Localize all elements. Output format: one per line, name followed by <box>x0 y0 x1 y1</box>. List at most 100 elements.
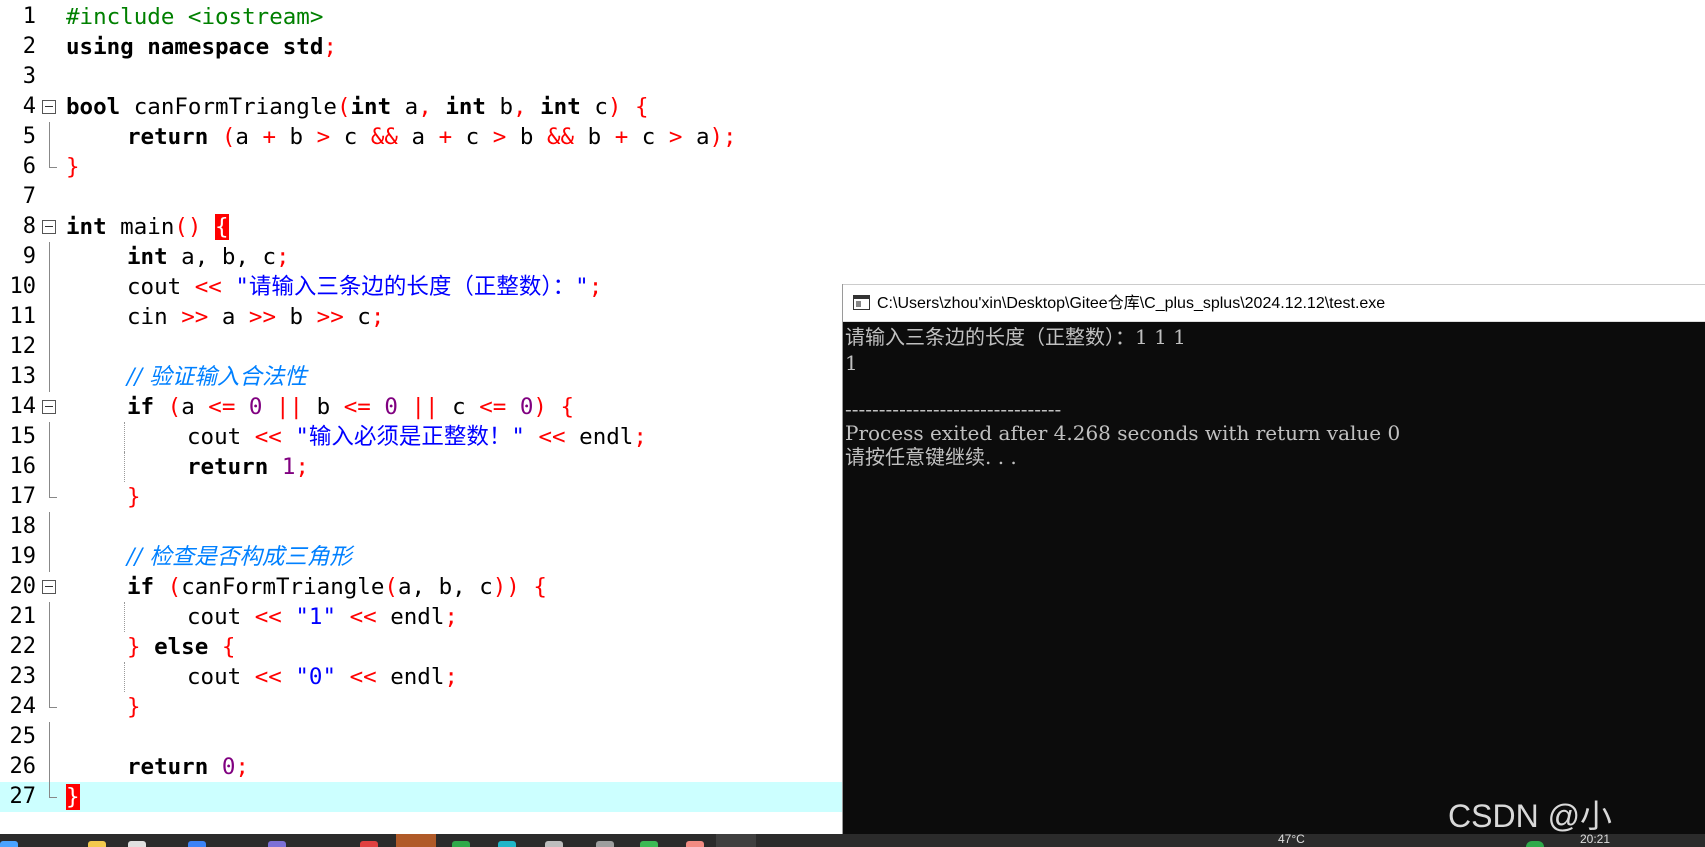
fold-end <box>41 152 59 182</box>
app-icon[interactable] <box>686 841 704 847</box>
line-number: 10 <box>9 274 37 299</box>
app-icon[interactable] <box>452 841 470 847</box>
code-line[interactable]: 6 } <box>0 152 1705 182</box>
app-icon[interactable] <box>596 841 614 847</box>
line-number: 12 <box>9 334 37 359</box>
app-icon[interactable] <box>360 841 378 847</box>
code-text: cout << "0" << endl; <box>187 664 458 690</box>
code-line[interactable]: 1 #include <iostream> <box>0 2 1705 32</box>
indent-guide <box>124 602 125 632</box>
app-icon[interactable] <box>498 841 516 847</box>
file-explorer-icon[interactable] <box>88 841 106 847</box>
matched-brace: } <box>66 784 80 810</box>
code-text: int a, b, c; <box>127 244 290 270</box>
code-text: } <box>127 694 141 720</box>
fold-line <box>41 362 59 392</box>
code-text: cin >> a >> b >> c; <box>127 304 385 330</box>
taskbar[interactable]: 47°C 20:21 <box>0 832 1705 847</box>
fold-collapse-icon[interactable] <box>41 572 59 602</box>
app-icon[interactable] <box>545 841 563 847</box>
line-number: 3 <box>22 64 36 89</box>
code-text: int main() { <box>66 214 229 240</box>
clock[interactable]: 20:21 <box>1580 832 1610 846</box>
fold-line <box>41 542 59 572</box>
start-icon[interactable] <box>0 841 18 847</box>
indent-guide <box>124 452 125 482</box>
code-comment: // 验证输入合法性 <box>127 364 307 390</box>
line-number: 25 <box>9 724 37 749</box>
console-titlebar[interactable]: C:\Users\zhou'xin\Desktop\Gitee仓库\C_plus… <box>843 284 1705 322</box>
code-comment: // 检查是否构成三角形 <box>127 544 352 570</box>
fold-end <box>41 482 59 512</box>
console-line: Process exited after 4.268 seconds with … <box>845 421 1401 445</box>
line-number: 9 <box>22 244 36 269</box>
code-text: cout << "输入必须是正整数！" << endl; <box>187 424 647 450</box>
code-text: } <box>127 484 141 510</box>
line-number: 8 <box>22 214 36 239</box>
fold-line <box>41 302 59 332</box>
indent-guide <box>124 662 125 692</box>
watermark: CSDN @小 <box>1448 798 1613 834</box>
code-line[interactable]: 9 int a, b, c; <box>0 242 1705 272</box>
console-output[interactable]: 请输入三条边的长度（正整数）：1 1 1 1 -----------------… <box>843 322 1705 834</box>
line-number: 22 <box>9 634 37 659</box>
line-number: 19 <box>9 544 37 569</box>
code-text: } else { <box>127 634 236 660</box>
taskbar-active-app[interactable] <box>396 834 436 847</box>
code-text: // 验证输入合法性 <box>127 362 307 392</box>
code-line[interactable]: 4 bool canFormTriangle(int a, int b, int… <box>0 92 1705 122</box>
code-text: cout << "请输入三条边的长度（正整数）："; <box>127 274 603 300</box>
weather-temp[interactable]: 47°C <box>1278 832 1305 846</box>
code-line[interactable]: 8 int main() { <box>0 212 1705 242</box>
fold-line <box>41 752 59 782</box>
fold-collapse-icon[interactable] <box>41 212 59 242</box>
line-number: 27 <box>9 784 37 809</box>
fold-end <box>41 692 59 722</box>
line-number: 23 <box>9 664 37 689</box>
fold-collapse-icon[interactable] <box>41 392 59 422</box>
code-text: if (canFormTriangle(a, b, c)) { <box>127 574 547 600</box>
line-number: 17 <box>9 484 37 509</box>
line-number: 6 <box>22 154 36 179</box>
app-icon[interactable] <box>640 841 658 847</box>
console-window[interactable]: C:\Users\zhou'xin\Desktop\Gitee仓库\C_plus… <box>842 284 1705 834</box>
line-number: 7 <box>22 184 36 209</box>
fold-line <box>41 722 59 752</box>
line-number: 1 <box>22 4 36 29</box>
code-line[interactable]: 3 <box>0 62 1705 92</box>
console-line: 1 <box>845 351 858 375</box>
code-text: return 1; <box>187 454 309 480</box>
line-number: 14 <box>9 394 37 419</box>
fold-line <box>41 632 59 662</box>
line-number: 18 <box>9 514 37 539</box>
fold-line <box>41 452 59 482</box>
fold-line <box>41 332 59 362</box>
app-icon[interactable] <box>188 841 206 847</box>
code-line[interactable]: 2 using namespace std; <box>0 32 1705 62</box>
line-number: 2 <box>22 34 36 59</box>
fold-line <box>41 512 59 542</box>
console-separator: -------------------------------- <box>845 397 1062 421</box>
app-icon[interactable] <box>268 841 286 847</box>
fold-line <box>41 122 59 152</box>
console-line: 请输入三条边的长度（正整数）：1 1 1 <box>845 325 1186 349</box>
fold-collapse-icon[interactable] <box>41 92 59 122</box>
app-icon[interactable] <box>128 841 146 847</box>
code-line[interactable]: 7 <box>0 182 1705 212</box>
code-text: } <box>66 154 80 180</box>
console-app-icon <box>853 295 870 310</box>
fold-line <box>41 272 59 302</box>
indent-guide <box>124 422 125 452</box>
code-text: if (a <= 0 || b <= 0 || c <= 0) { <box>127 394 575 420</box>
fold-end <box>41 782 59 812</box>
code-text: return 0; <box>127 754 249 780</box>
line-number: 24 <box>9 694 37 719</box>
code-text: bool canFormTriangle(int a, int b, int c… <box>66 94 649 120</box>
code-line[interactable]: 5 return (a + b > c && a + c > b && b + … <box>0 122 1705 152</box>
line-number: 15 <box>9 424 37 449</box>
taskbar-active-app[interactable] <box>716 834 756 847</box>
console-line: 请按任意键继续. . . <box>845 445 1017 469</box>
fold-line <box>41 662 59 692</box>
tray-icon[interactable] <box>1526 841 1544 847</box>
line-number: 21 <box>9 604 37 629</box>
